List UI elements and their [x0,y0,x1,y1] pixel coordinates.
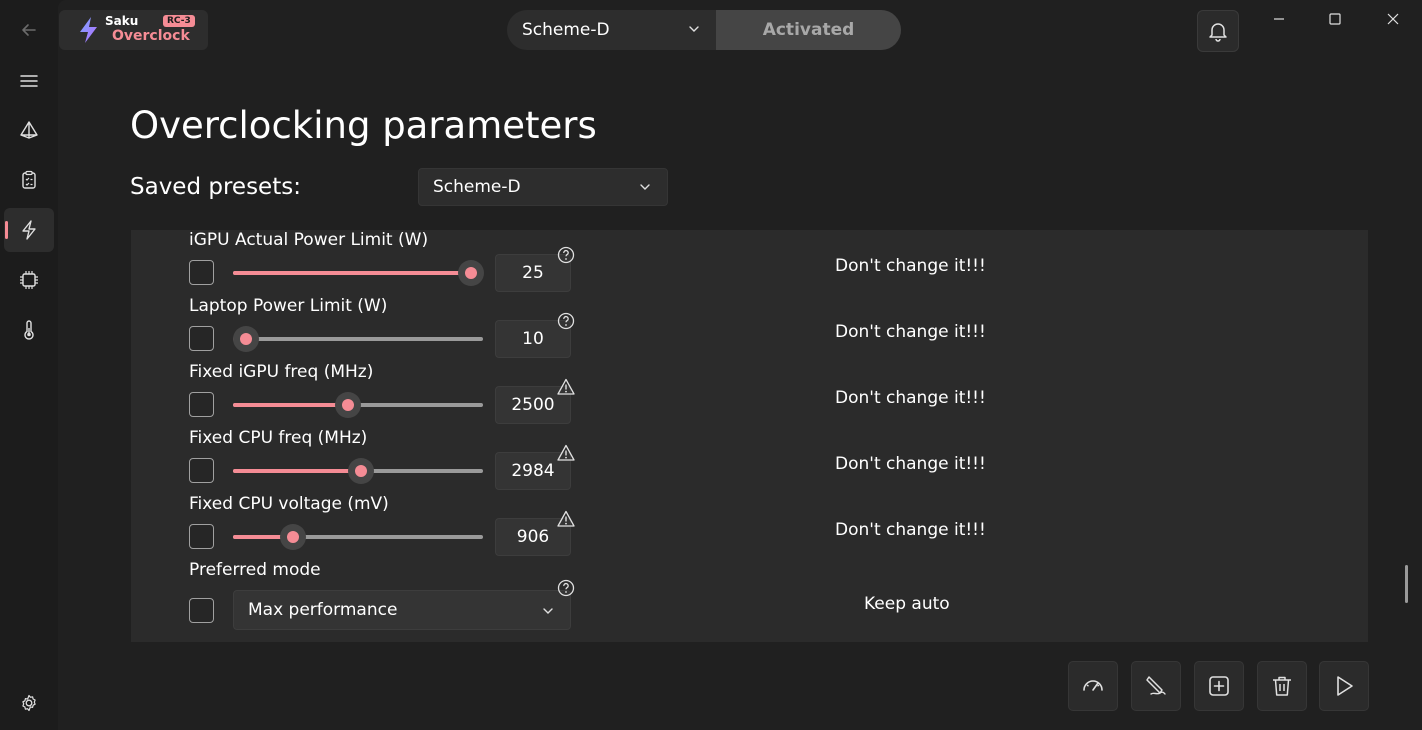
param-slider[interactable] [233,326,483,352]
back-button[interactable] [4,8,54,52]
speedometer-icon [1083,680,1103,691]
question-icon[interactable] [557,246,575,264]
close-icon [1387,13,1399,25]
warning-icon[interactable] [557,444,575,462]
nav-item-temperature[interactable] [4,308,54,352]
app-logo: Saku RC-3 Overclock [59,10,208,50]
param-label: Fixed CPU freq (MHz) [189,428,368,448]
app-name: Saku [105,14,139,28]
param-label: Fixed CPU voltage (mV) [189,494,389,514]
notifications-button[interactable] [1197,10,1239,52]
param-note: Don't change it!!! [835,322,986,342]
slider-thumb[interactable] [335,392,361,418]
maximize-icon [1329,13,1341,25]
gear-icon [22,694,36,712]
pen-sign-icon [1146,676,1166,695]
app-version-badge: RC-3 [163,15,195,27]
scrollbar-thumb[interactable] [1405,565,1408,603]
param-label: Laptop Power Limit (W) [189,296,388,316]
question-icon[interactable] [557,312,575,330]
param-checkbox[interactable] [189,326,214,351]
param-note: Don't change it!!! [835,520,986,540]
param-note: Don't change it!!! [835,454,986,474]
nav-item-info[interactable] [4,158,54,202]
minimize-button[interactable] [1256,6,1302,32]
presets-dropdown-value: Scheme-D [433,177,521,197]
hamburger-icon [20,75,38,87]
param-checkbox[interactable] [189,260,214,285]
nav-item-settings[interactable] [4,681,54,725]
edit-button[interactable] [1131,661,1181,711]
slider-thumb[interactable] [458,260,484,286]
scheme-dropdown-value: Scheme-D [522,20,610,40]
mode-dropdown[interactable]: Max performance [233,590,571,630]
param-checkbox[interactable] [189,458,214,483]
mode-label: Preferred mode [189,560,321,580]
presets-label: Saved presets: [130,174,301,200]
param-slider[interactable] [233,392,483,418]
chevron-down-icon [543,608,553,614]
delete-preset-button[interactable] [1257,661,1307,711]
nav-item-presets[interactable] [4,108,54,152]
benchmark-button[interactable] [1068,661,1118,711]
bell-icon [1209,23,1227,42]
page-title: Overclocking parameters [130,104,597,147]
param-slider[interactable] [233,458,483,484]
mode-note: Keep auto [864,594,950,614]
trash-icon [1273,676,1291,696]
param-checkbox[interactable] [189,524,214,549]
param-slider[interactable] [233,260,484,286]
param-label: Fixed iGPU freq (MHz) [189,362,374,382]
param-note: Don't change it!!! [835,256,986,276]
nav-item-hardware[interactable] [4,258,54,302]
pyramid-icon [20,121,38,139]
warning-icon[interactable] [557,378,575,396]
scheme-dropdown[interactable]: Scheme-D [507,10,716,50]
back-arrow-icon [22,24,36,36]
slider-thumb[interactable] [233,326,259,352]
warning-icon[interactable] [557,510,575,528]
apply-button[interactable] [1319,661,1369,711]
slider-thumb[interactable] [348,458,374,484]
add-square-icon [1209,676,1229,696]
nav-item-overclock[interactable] [4,208,54,252]
mode-dropdown-value: Max performance [248,600,398,620]
lightning-icon [22,220,36,240]
close-button[interactable] [1370,6,1416,32]
app-bolt-icon [80,17,97,43]
minimize-icon [1274,18,1284,20]
param-checkbox[interactable] [189,392,214,417]
chevron-down-icon [640,184,650,190]
add-preset-button[interactable] [1194,661,1244,711]
presets-dropdown[interactable]: Scheme-D [418,168,668,206]
chip-icon [20,271,38,289]
clipboard-icon [22,170,36,189]
mode-checkbox[interactable] [189,598,214,623]
thermometer-icon [24,320,34,340]
scheme-switcher: Scheme-D Activated [507,10,901,50]
param-label: iGPU Actual Power Limit (W) [189,230,429,250]
param-slider[interactable] [233,524,483,550]
chevron-down-icon [689,26,699,32]
app-subtitle: Overclock [112,28,190,44]
maximize-button[interactable] [1312,6,1358,32]
menu-button[interactable] [4,59,54,103]
navigation-pane [0,0,58,730]
slider-thumb[interactable] [280,524,306,550]
question-icon[interactable] [557,579,575,597]
param-note: Don't change it!!! [835,388,986,408]
play-icon [1337,676,1353,696]
activated-button[interactable]: Activated [716,10,901,50]
